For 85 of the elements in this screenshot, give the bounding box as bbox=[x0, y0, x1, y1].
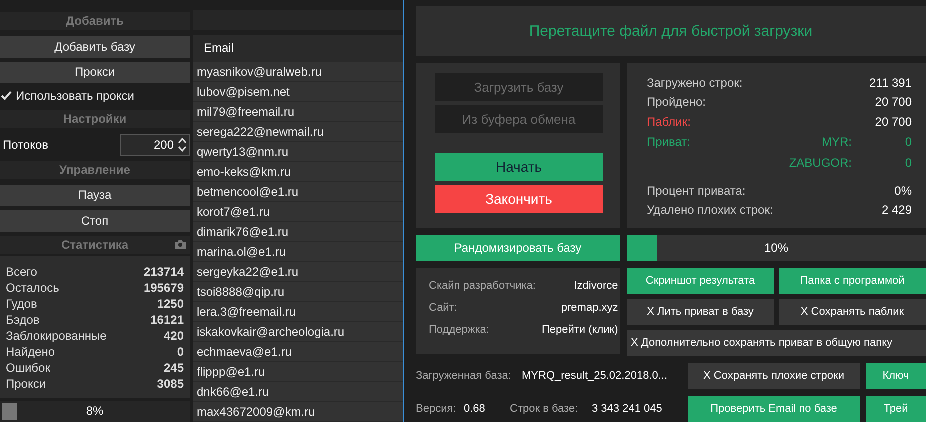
table-cell: korot7@e1.ru bbox=[193, 202, 403, 222]
sidebar-button[interactable]: Прокси bbox=[0, 62, 190, 83]
progress-bar: 8% bbox=[0, 400, 190, 422]
stat-label: Удалено плохих строк: bbox=[647, 203, 774, 218]
table-cell: marina.ol@e1.ru bbox=[193, 242, 403, 262]
start-button[interactable]: Начать bbox=[435, 153, 603, 181]
stat-value: 420 bbox=[164, 328, 184, 344]
stat-value: 0% bbox=[894, 184, 912, 198]
stat-label: Бэдов bbox=[6, 312, 40, 328]
toggle-button[interactable]: X Сохранять плохие строки bbox=[688, 363, 860, 389]
column-header: Email bbox=[193, 35, 403, 62]
table-cell: mil79@freemail.ru bbox=[193, 102, 403, 122]
sidebar-button[interactable]: Добавить базу bbox=[0, 36, 190, 58]
table-cell: flippp@e1.ru bbox=[193, 362, 403, 382]
stat-value: 0 bbox=[904, 135, 912, 150]
stat-label: Приват: bbox=[647, 135, 692, 150]
info-label: Сайт: bbox=[429, 302, 458, 314]
stat-label: Заблокированные bbox=[6, 328, 107, 344]
stat-label: Найдено bbox=[6, 344, 56, 360]
stat-label: Осталось bbox=[6, 280, 60, 296]
stat-label: Прокси bbox=[6, 376, 46, 392]
field-value: MYRQ_result_25.02.2018.0... bbox=[522, 370, 669, 382]
table-cell: myasnikov@uralweb.ru bbox=[193, 62, 403, 82]
table-cell: lera.3@freemail.ru bbox=[193, 302, 403, 322]
section-header: Управление bbox=[0, 160, 190, 179]
stat-label: MYR: bbox=[821, 135, 852, 150]
table-cell: max43672009@km.ru bbox=[193, 402, 403, 422]
field-value: 3 343 241 045 bbox=[592, 403, 664, 415]
number-field[interactable]: 200 bbox=[120, 134, 190, 156]
field-label: Загруженная база: bbox=[416, 370, 512, 382]
table-cell: tsoi8888@qip.ru bbox=[193, 282, 403, 302]
field-value: 0.68 bbox=[464, 403, 486, 415]
stat-value: 16121 bbox=[150, 312, 184, 328]
field-label: Строк в базе: bbox=[510, 403, 580, 415]
table-cell: emo-keks@km.ru bbox=[193, 162, 403, 182]
toggle-button[interactable]: X Дополнительно сохранять приват в общую папку bbox=[627, 330, 926, 356]
table-cell: qwerty13@nm.ru bbox=[193, 142, 403, 162]
stat-label: Паблик: bbox=[647, 114, 691, 129]
link[interactable]: premap.xyz bbox=[561, 302, 618, 314]
info-label: Поддержка: bbox=[429, 324, 490, 336]
drop-zone[interactable]: Перетащите файл для быстрой загрузки bbox=[416, 6, 926, 56]
stat-label: Всего bbox=[6, 264, 38, 280]
stat-label: Ошибок bbox=[6, 360, 50, 376]
stat-value: 211 391 bbox=[868, 76, 912, 90]
stat-value: 0 bbox=[904, 156, 912, 170]
stat-value: 2 429 bbox=[880, 203, 912, 218]
stat-label: Гудов bbox=[6, 296, 38, 312]
stat-value: 20 700 bbox=[874, 114, 912, 129]
info-value: Izdivorce bbox=[574, 280, 618, 292]
link[interactable]: Перейти (клик) bbox=[542, 324, 618, 336]
stat-label: Пройдено: bbox=[647, 95, 706, 110]
checkbox[interactable] bbox=[0, 90, 12, 102]
field-label: Потоков bbox=[3, 138, 49, 152]
stat-value: 20 700 bbox=[874, 95, 912, 110]
section-header: Статистика bbox=[0, 236, 190, 254]
stat-label: Процент привата: bbox=[647, 184, 746, 198]
table-cell: dimarik76@e1.ru bbox=[193, 222, 403, 242]
progress-bar: 10% bbox=[627, 235, 926, 261]
table-cell: iskakovkair@archeologia.ru bbox=[193, 322, 403, 342]
section-header: Добавить bbox=[0, 12, 190, 30]
stat-value: 195679 bbox=[144, 280, 184, 296]
camera-icon[interactable] bbox=[175, 240, 186, 249]
table-cell: dnk66@e1.ru bbox=[193, 382, 403, 402]
section-header: Настройки bbox=[0, 110, 190, 128]
stat-value: 3085 bbox=[157, 376, 184, 392]
table-cell: sergeyka22@e1.ru bbox=[193, 262, 403, 282]
table-cell: betmencool@e1.ru bbox=[193, 182, 403, 202]
toggle-button[interactable]: X Лить приват в базу bbox=[627, 299, 774, 325]
stat-value: 213714 bbox=[144, 264, 184, 280]
info-label: Скайп разработчика: bbox=[429, 280, 536, 292]
toggle-button[interactable]: X Сохранять паблик bbox=[779, 299, 926, 325]
stat-value: 1250 bbox=[157, 296, 184, 312]
stepper-icon bbox=[178, 136, 187, 153]
stat-value: 245 bbox=[164, 360, 184, 376]
table-cell: echmaeva@e1.ru bbox=[193, 342, 403, 362]
field-label: Версия: bbox=[416, 403, 458, 415]
sidebar-button[interactable]: Стоп bbox=[0, 210, 190, 232]
stat-label: ZABUGOR: bbox=[788, 156, 852, 170]
stat-label: Загружено строк: bbox=[647, 76, 743, 90]
sidebar-button[interactable]: Пауза bbox=[0, 184, 190, 206]
finish-button[interactable]: Закончить bbox=[435, 185, 603, 213]
checkbox-label: Использовать прокси bbox=[16, 88, 134, 103]
table-cell: lubov@pisem.net bbox=[193, 82, 403, 102]
stat-value: 0 bbox=[177, 344, 184, 360]
table-cell: serega222@newmail.ru bbox=[193, 122, 403, 142]
